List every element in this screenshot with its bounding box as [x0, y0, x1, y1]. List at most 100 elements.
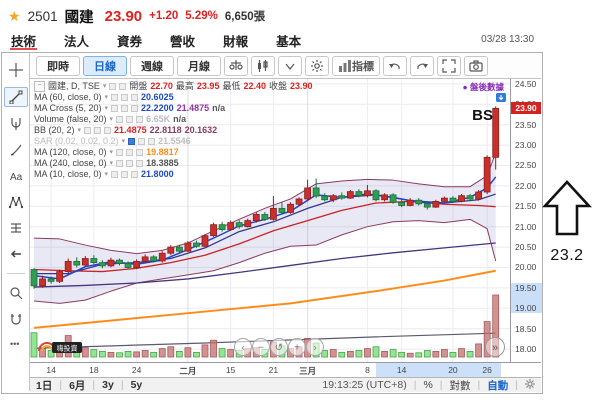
indicator-value: 21.5546 [158, 136, 191, 146]
legend-mini-button[interactable] [111, 105, 119, 112]
candle-body [269, 207, 277, 220]
arrow-left-icon[interactable] [5, 245, 27, 263]
brush-icon[interactable] [5, 141, 27, 159]
legend-mini-button[interactable] [116, 149, 124, 156]
collapse-icon[interactable]: − [34, 81, 45, 92]
price-axis[interactable]: 24.5024.0023.5023.0022.5022.0021.5021.00… [510, 79, 542, 362]
fullscreen-icon[interactable] [437, 55, 461, 76]
chevron-down-icon: ▾ [104, 94, 109, 101]
legend-mini-button[interactable] [109, 83, 117, 90]
chevron-down-icon: ▾ [104, 171, 109, 178]
tab-財報[interactable]: 財報 [222, 30, 249, 50]
up-arrow-icon [542, 180, 592, 236]
settings-icon[interactable] [305, 55, 329, 76]
range-button-6月[interactable]: 6月 [69, 378, 85, 393]
legend-mini-button[interactable] [121, 105, 129, 112]
tab-營收[interactable]: 營收 [169, 30, 196, 50]
legend-mini-button[interactable] [148, 138, 156, 145]
indicator-value: 6.65K [146, 114, 171, 124]
watermark-text: 嗨投資 [57, 344, 78, 353]
legend-mini-button[interactable] [136, 149, 144, 156]
legend-mini-button[interactable] [111, 94, 119, 101]
candle-body [278, 207, 286, 213]
range-button-3y[interactable]: 3y [102, 379, 114, 391]
volume-bar [364, 348, 371, 358]
legend-mini-button[interactable] [138, 138, 146, 145]
legend-mini-button[interactable] [131, 94, 139, 101]
bs-annotation: BS [472, 107, 493, 124]
volume-bar [99, 351, 106, 358]
legend-mini-button[interactable] [126, 160, 134, 167]
zoom-icon[interactable] [5, 284, 27, 302]
candle-body [406, 199, 414, 206]
volume-bar [338, 351, 346, 358]
range-button-1日[interactable]: 1日 [36, 378, 52, 393]
text-icon[interactable]: Aa [5, 167, 27, 185]
interval-button-月線[interactable]: 月線 [177, 55, 221, 76]
tab-基本[interactable]: 基本 [275, 30, 302, 50]
interval-button-週線[interactable]: 週線 [130, 55, 174, 76]
forecast-icon[interactable] [5, 219, 27, 237]
price-axis-label: 21.00 [515, 221, 537, 232]
indicator-value: n/a [173, 114, 187, 124]
after-hours-label[interactable]: ● 盤後數據 [463, 82, 505, 92]
legend-mini-button[interactable] [116, 160, 124, 167]
pitchfork-icon[interactable] [5, 115, 27, 133]
interval-button-日線[interactable]: 日線 [83, 55, 127, 76]
volume-bar [415, 352, 423, 358]
indicators-button[interactable]: 指標 [332, 55, 380, 76]
volume-bar [210, 339, 217, 358]
magnet-icon[interactable] [5, 310, 27, 328]
volume-bar [107, 351, 115, 358]
legend-mini-button[interactable] [116, 116, 124, 123]
legend-mini-button[interactable] [111, 171, 119, 178]
candle-body [252, 214, 260, 221]
legend-mini-button[interactable] [84, 127, 92, 134]
legend-mini-button[interactable] [128, 138, 136, 145]
legend-row: MA (120, close, 0) ▾ 19.8817 [34, 147, 313, 158]
legend-mini-button[interactable] [136, 116, 144, 123]
candle-body [329, 195, 337, 201]
legend-mini-button[interactable] [94, 127, 102, 134]
axis-settings-gear-icon[interactable] [525, 378, 535, 392]
legend-mini-button[interactable] [131, 171, 139, 178]
undo-icon[interactable] [383, 55, 407, 76]
chevron-down-icon: ▾ [109, 116, 114, 123]
legend-mini-button[interactable] [126, 149, 134, 156]
price-axis-label: 23.00 [515, 140, 537, 151]
ohlc-value: 22.70 [150, 81, 173, 91]
tab-資券[interactable]: 資券 [116, 30, 143, 50]
price-axis-label: 21.50 [515, 201, 537, 212]
legend-mini-button[interactable] [121, 171, 129, 178]
compare-icon[interactable] [224, 55, 248, 76]
auto-scale-button[interactable]: 自動 [487, 378, 508, 393]
interval-button-即時[interactable]: 即時 [36, 55, 80, 76]
legend-mini-button[interactable] [126, 116, 134, 123]
tab-技術[interactable]: 技術 [10, 30, 38, 50]
legend-mini-button[interactable] [121, 94, 129, 101]
legend-mini-button[interactable] [136, 160, 144, 167]
candle-body [475, 191, 483, 200]
redo-icon[interactable] [410, 55, 434, 76]
xabcd-pattern-icon[interactable] [5, 193, 27, 211]
crosshair-icon[interactable] [5, 61, 27, 79]
chart-style-icon[interactable] [251, 55, 275, 76]
tab-法人[interactable]: 法人 [63, 30, 90, 50]
time-axis[interactable]: 14 18 24 二月 15 21 三月 8 14 20 26 [30, 362, 541, 378]
volume-bar [184, 347, 192, 358]
legend-mini-button[interactable] [131, 105, 139, 112]
indicator-value: 21.8000 [141, 169, 174, 179]
more-icon[interactable]: ••• [5, 336, 27, 354]
candle-body [398, 201, 406, 206]
legend-mini-button[interactable] [104, 127, 112, 134]
range-button-5y[interactable]: 5y [131, 379, 143, 391]
volume-today: 6,650張 [224, 11, 266, 23]
candle-body [381, 194, 388, 201]
camera-icon[interactable] [464, 55, 488, 76]
legend-mini-button[interactable] [119, 83, 127, 90]
style-dropdown-icon[interactable] [278, 55, 302, 76]
favorite-star-icon[interactable]: ★ [8, 8, 21, 25]
percent-scale-button[interactable]: % [423, 379, 432, 391]
log-scale-button[interactable]: 對數 [450, 378, 471, 393]
trend-line-icon[interactable] [3, 87, 28, 107]
